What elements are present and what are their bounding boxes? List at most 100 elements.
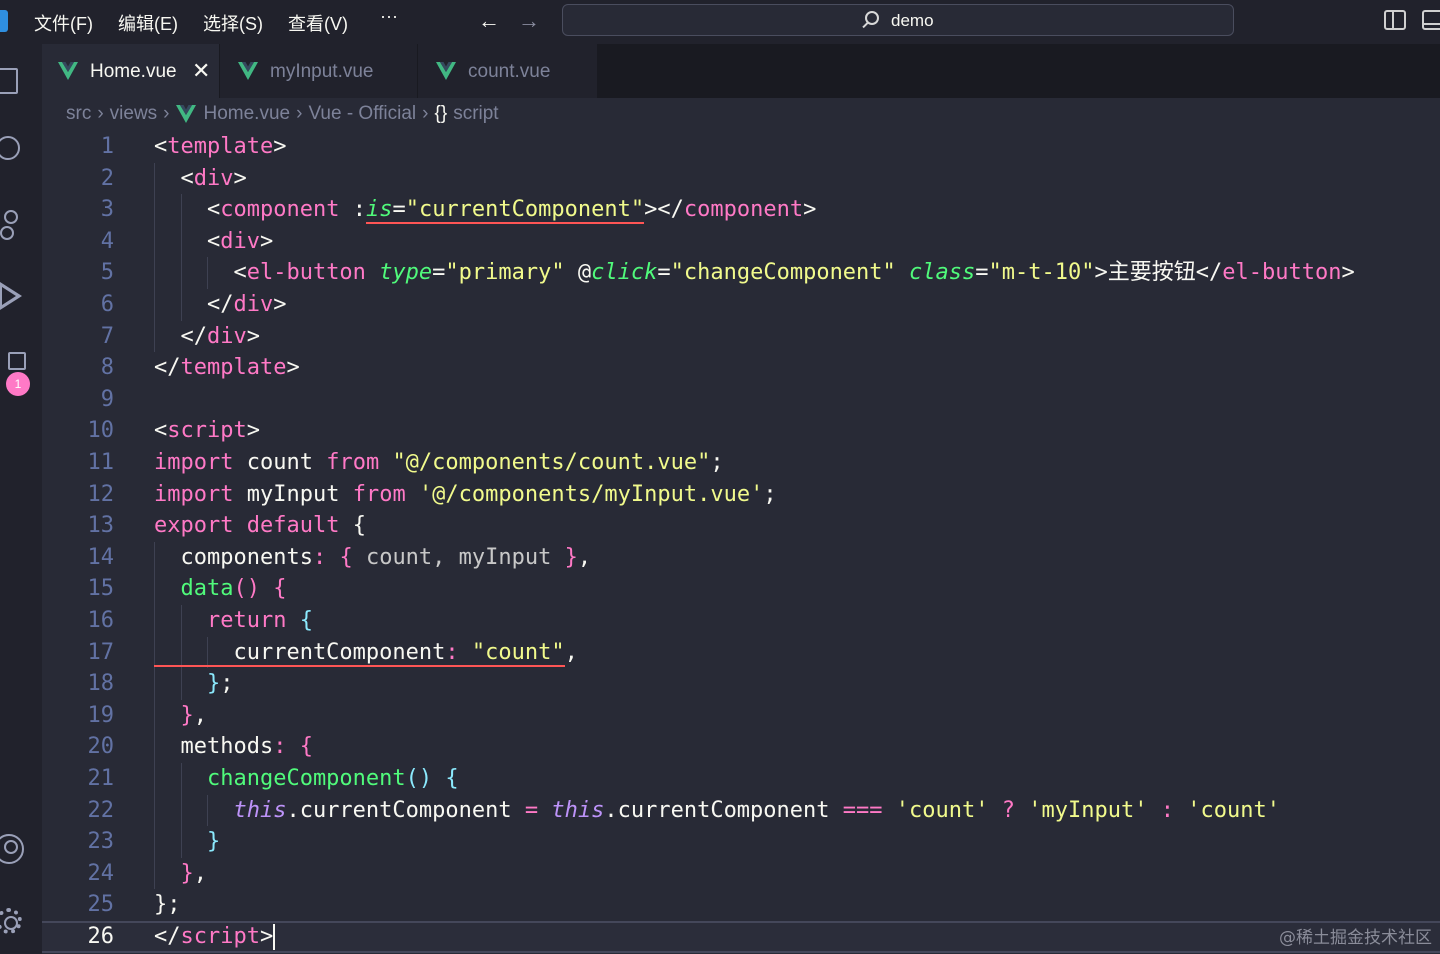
tab-myinput-vue[interactable]: myInput.vue	[220, 44, 418, 98]
code-token: ,	[564, 639, 578, 665]
code-token: ;	[220, 671, 234, 697]
code-token: el-button	[1222, 260, 1342, 286]
code-token: component	[683, 197, 804, 223]
code-token: "primary"	[445, 260, 565, 286]
code-line[interactable]: 22 this.currentComponent = this.currentC…	[42, 794, 1440, 827]
code-token: >	[259, 924, 274, 949]
code-token: div	[193, 165, 234, 191]
search-text: demo	[891, 11, 934, 30]
code-line[interactable]: 15 data() {	[42, 573, 1440, 605]
close-icon[interactable]: ✕	[192, 58, 210, 84]
menu-edit[interactable]: 编辑(E)	[118, 10, 178, 36]
code-line[interactable]: 8 </template>	[42, 352, 1440, 384]
tab-label: myInput.vue	[270, 61, 374, 82]
breadcrumb-item-vue-official[interactable]: Vue - Official	[308, 103, 416, 125]
code-line[interactable]: 11 import count from "@/components/count.…	[42, 447, 1440, 479]
breadcrumb-item-views[interactable]: views	[110, 103, 158, 125]
breadcrumb-item-src[interactable]: src	[66, 103, 91, 125]
code-line[interactable]: 20 methods: {	[42, 731, 1440, 763]
code-line[interactable]: 14 components: { count, myInput },	[42, 541, 1440, 574]
code-token: </	[154, 924, 181, 949]
tab-home-vue[interactable]: Home.vue ✕	[42, 44, 220, 98]
code-token: 'count'	[895, 797, 989, 823]
code-token: div	[220, 228, 260, 254]
menu-selection[interactable]: 选择(S)	[203, 10, 263, 36]
code-line[interactable]: 13 export default {	[42, 510, 1440, 542]
code-line[interactable]: 6 </div>	[42, 289, 1440, 321]
code-token: "currentComponent"	[405, 197, 645, 225]
line-number: 25	[87, 892, 115, 918]
code-token: {	[445, 766, 459, 791]
code-line[interactable]: 12 import myInput from '@/components/myIn…	[42, 479, 1440, 511]
code-line[interactable]: 16 return {	[42, 605, 1440, 637]
code-token: <	[154, 197, 221, 223]
code-token: component	[220, 197, 340, 223]
code-editor[interactable]: 1 <template> 2 <div> 3 <component :is="curr…	[42, 131, 1440, 954]
menu-file[interactable]: 文件(F)	[34, 10, 93, 36]
code-line[interactable]: 1 <template>	[42, 131, 1440, 163]
menu-view[interactable]: 查看(V)	[288, 10, 348, 36]
code-line[interactable]: 7 </div>	[42, 320, 1440, 353]
code-token: >	[233, 165, 247, 191]
menu-more[interactable]: ···	[380, 6, 398, 27]
line-number: 6	[100, 292, 114, 317]
code-token: ;	[763, 481, 777, 507]
line-number: 8	[100, 355, 114, 381]
breadcrumb-item-script[interactable]: script	[453, 103, 498, 125]
code-token: div	[206, 323, 247, 349]
code-token: :	[339, 197, 366, 223]
code-line[interactable]: 21 changeComponent() {	[42, 763, 1440, 795]
back-arrow-icon[interactable]: ←	[478, 8, 500, 34]
code-line[interactable]: 4 <div>	[42, 225, 1440, 258]
code-token: =	[432, 260, 446, 286]
code-line[interactable]: 24 },	[42, 857, 1440, 890]
search-view-icon[interactable]	[0, 134, 26, 166]
tab-label: Home.vue	[90, 61, 177, 82]
code-line[interactable]: 10 <script>	[42, 415, 1440, 447]
manage-gear-icon[interactable]	[0, 906, 26, 938]
account-icon[interactable]	[0, 834, 26, 866]
code-token: }	[154, 892, 168, 918]
code-line[interactable]: 18 };	[42, 668, 1440, 700]
code-line[interactable]: 26 </script>	[42, 921, 1440, 953]
toggle-panel-icon[interactable]	[1422, 10, 1440, 30]
run-debug-icon[interactable]	[0, 280, 26, 312]
code-token: :	[1160, 797, 1174, 823]
code-line[interactable]: 17 currentComponent: "count",	[42, 636, 1440, 669]
code-text: return {	[154, 605, 313, 637]
line-number: 24	[87, 860, 115, 886]
code-token: ;	[167, 892, 181, 918]
code-text: <component :is="currentComponent"></comp…	[154, 194, 816, 226]
line-number: 23	[87, 829, 115, 855]
toggle-sidebar-icon[interactable]	[1384, 10, 1406, 30]
title-bar: 文件(F) 编辑(E) 选择(S) 查看(V) ··· ← → demo	[0, 0, 1440, 44]
code-line[interactable]: 23 }	[42, 826, 1440, 858]
code-token: ()	[233, 576, 260, 602]
code-token: {	[339, 544, 353, 570]
source-control-icon[interactable]	[0, 208, 26, 240]
code-line[interactable]: 2 <div>	[42, 162, 1440, 195]
code-token: count, myInput	[352, 544, 565, 570]
code-token: "changeComponent"	[670, 260, 896, 286]
line-number: 2	[100, 165, 114, 191]
line-number: 11	[87, 450, 115, 475]
vscode-logo-icon	[0, 10, 8, 32]
code-line[interactable]: 9	[42, 384, 1440, 416]
search-icon	[865, 11, 879, 25]
code-line[interactable]: 3 <component :is="currentComponent"></co…	[42, 194, 1440, 226]
code-line[interactable]: 25};	[42, 889, 1440, 921]
code-line[interactable]: 5 <el-button type="primary" @click="chan…	[42, 257, 1440, 289]
code-line[interactable]: 19 },	[42, 699, 1440, 732]
tab-count-vue[interactable]: count.vue	[418, 44, 598, 98]
code-token: ></	[644, 197, 684, 223]
code-token: </	[154, 355, 181, 381]
breadcrumb-item-home-vue[interactable]: Home.vue	[204, 103, 291, 125]
forward-arrow-icon[interactable]: →	[518, 8, 540, 34]
explorer-icon[interactable]	[0, 64, 26, 96]
command-center-search[interactable]: demo	[562, 4, 1234, 36]
